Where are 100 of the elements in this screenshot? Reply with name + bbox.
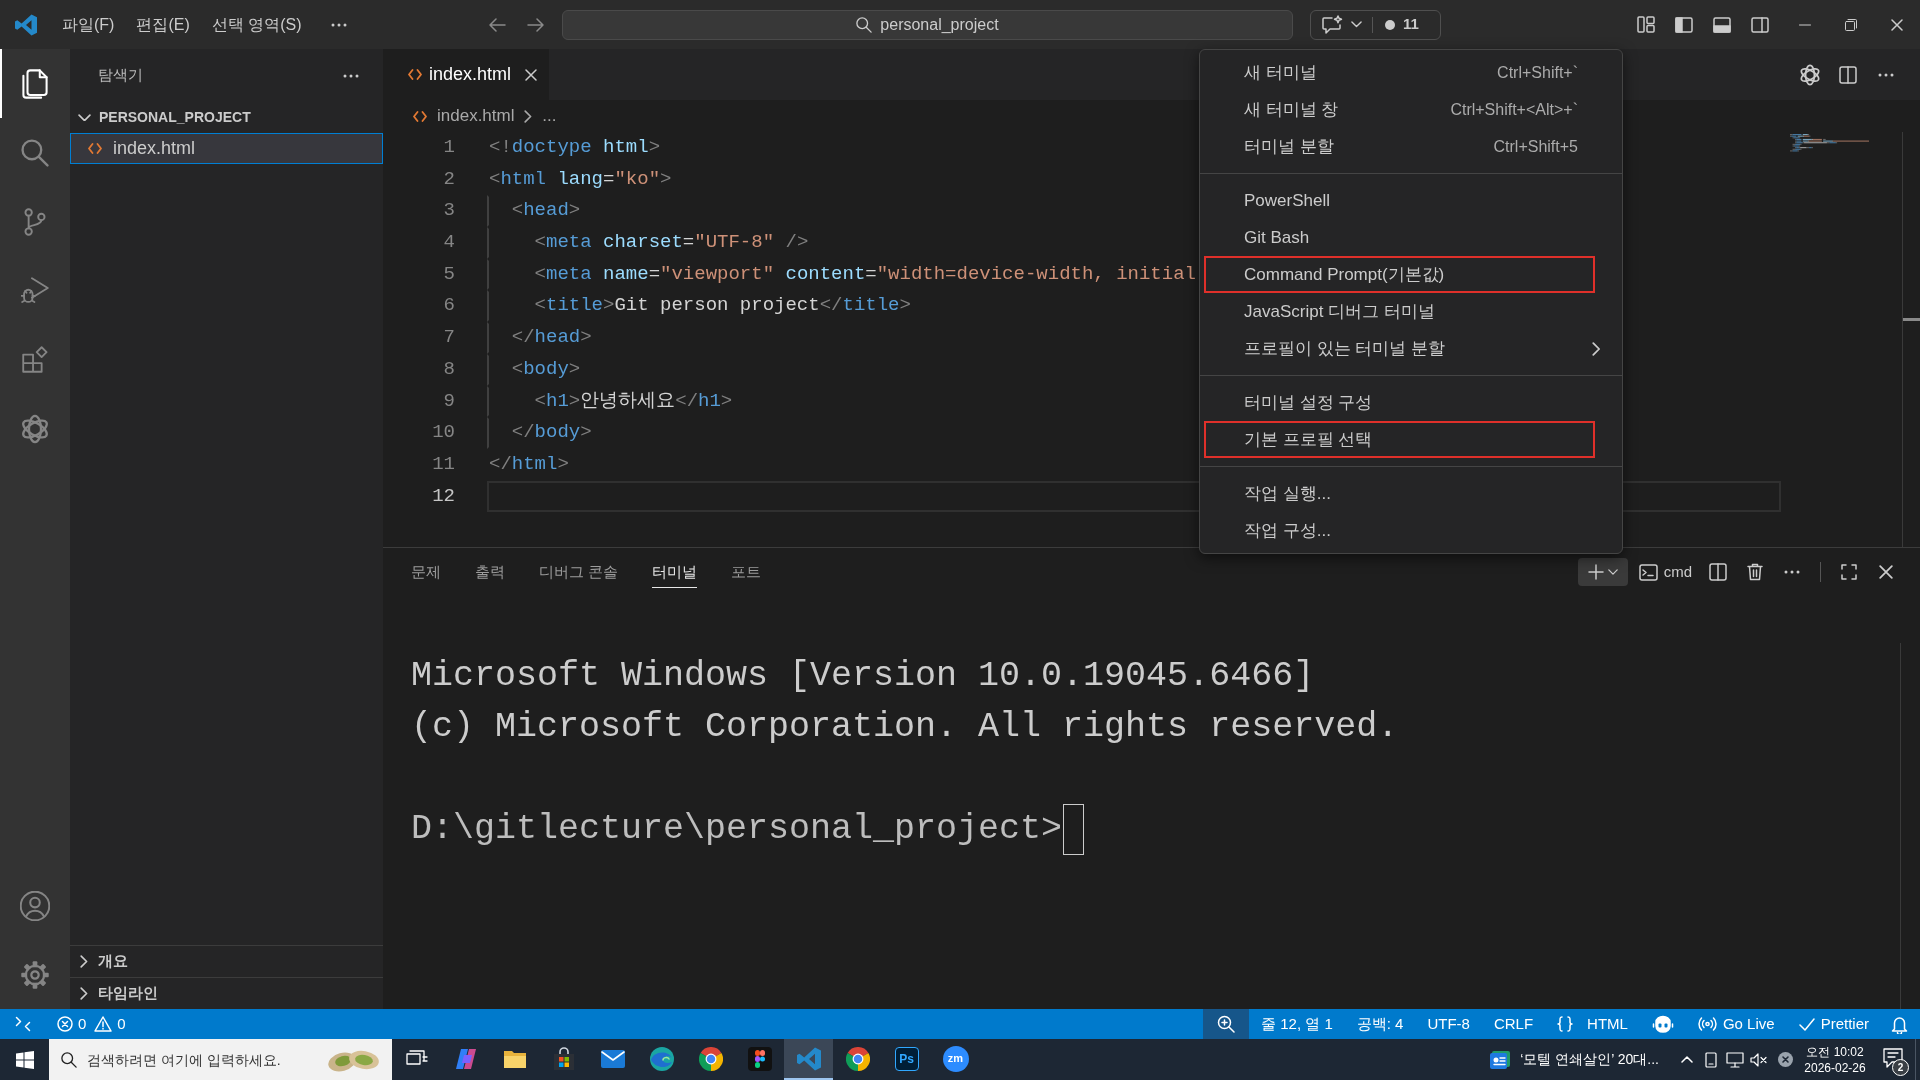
bell-icon[interactable] — [1891, 1014, 1908, 1034]
play-bug-icon[interactable] — [21, 276, 49, 305]
chevron-down-icon[interactable] — [1351, 21, 1362, 28]
menu-item[interactable]: JavaScript 디버그 터미널 — [1244, 298, 1578, 325]
section-header[interactable]: 개요 — [70, 945, 383, 977]
search-bar[interactable]: 검색하려면 여기에 입력하세요. — [49, 1039, 392, 1080]
chat-sparkle-icon[interactable] — [1321, 14, 1343, 35]
search-icon[interactable] — [21, 138, 49, 167]
line-number: 1 — [442, 135, 455, 160]
minimize-icon[interactable] — [1799, 23, 1811, 26]
arrow-right-icon[interactable] — [526, 17, 544, 32]
chevron-up-icon[interactable] — [1681, 1056, 1693, 1063]
menu-item[interactable]: 기본 프로필 선택 — [1244, 426, 1578, 453]
split-terminal-icon[interactable] — [1709, 563, 1727, 581]
layout-grid-icon[interactable] — [1637, 16, 1655, 33]
status-item[interactable]: 공백: 4 — [1344, 1009, 1416, 1039]
menu-item[interactable]: 선택 영역(S) — [200, 9, 313, 40]
file-item[interactable]: index.html — [70, 133, 383, 164]
terminal-selector[interactable]: cmd — [1638, 560, 1692, 584]
menu-item[interactable]: 프로필이 있는 터미널 분할 — [1244, 335, 1578, 362]
editor-tab[interactable]: index.html — [383, 49, 550, 100]
trash-icon[interactable] — [1747, 563, 1763, 581]
language-mode[interactable]: HTML — [1545, 1009, 1640, 1039]
menu-item[interactable]: 터미널 설정 구성 — [1244, 389, 1578, 416]
sidebar-right-icon[interactable] — [1751, 16, 1769, 33]
settings-icon[interactable] — [21, 960, 49, 989]
menu-item[interactable]: Git Bash — [1244, 224, 1578, 251]
branch-icon[interactable] — [22, 207, 48, 236]
close-icon[interactable] — [525, 68, 538, 81]
menu-item[interactable]: Command Prompt(기본값) — [1244, 261, 1578, 288]
code-brackets-icon — [408, 69, 422, 80]
breadcrumb-item[interactable]: index.html — [437, 103, 515, 129]
panel-tab[interactable]: 터미널 — [652, 558, 698, 588]
remote-icon[interactable] — [15, 1016, 31, 1032]
live-server-button[interactable]: Go Live — [1685, 1009, 1787, 1039]
error-count[interactable]: 0 — [57, 1009, 87, 1039]
robot-face-icon[interactable] — [1651, 1015, 1674, 1033]
code-line: </body> — [510, 421, 592, 444]
close-icon[interactable] — [1879, 565, 1893, 579]
more-icon[interactable] — [1878, 72, 1894, 77]
code-line: <!doctype html> — [489, 136, 661, 158]
arrow-left-icon[interactable] — [488, 17, 506, 32]
code-line: <body> — [510, 357, 581, 380]
knot-logo-icon[interactable] — [1799, 63, 1821, 86]
restore-icon[interactable] — [1845, 18, 1857, 31]
line-number: 3 — [442, 198, 455, 224]
sidebar-left-icon[interactable] — [1675, 16, 1693, 33]
split-editor-icon[interactable] — [1839, 65, 1857, 84]
error-icon — [57, 1016, 73, 1032]
menu-item[interactable]: 새 터미널 창 — [1244, 96, 1451, 123]
new-terminal-button[interactable] — [1577, 558, 1628, 586]
more-icon[interactable] — [330, 22, 347, 27]
close-icon[interactable] — [1891, 18, 1903, 31]
swirl-logo-icon — [453, 1046, 478, 1071]
search-field[interactable]: 검색하려면 여기에 입력하세요. — [87, 1039, 314, 1080]
command-center[interactable]: personal_project — [562, 9, 1293, 40]
line-number: 7 — [442, 325, 455, 351]
chevron-right-icon — [524, 109, 533, 123]
minimap[interactable] — [1790, 134, 1869, 152]
blocks-icon[interactable] — [21, 346, 49, 373]
window-panes-logo-icon[interactable] — [15, 1050, 34, 1069]
warning-count[interactable]: 0 — [94, 1009, 126, 1039]
status-item[interactable]: 줄 12, 열 1 — [1249, 1009, 1345, 1039]
panel-tab[interactable]: 디버그 콘솔 — [539, 558, 619, 588]
panel-tab[interactable]: 포트 — [731, 558, 762, 588]
more-icon[interactable] — [1784, 570, 1800, 574]
terminal-prompt: D:\gitlecture\personal_project> — [411, 808, 1063, 851]
monitor-icon[interactable] — [1726, 1051, 1744, 1068]
taskbar-button[interactable]: Ps — [882, 1039, 931, 1080]
warning-icon — [94, 1016, 113, 1032]
menu-item[interactable]: 작업 구성... — [1244, 517, 1578, 544]
menu-item[interactable]: 작업 실행... — [1244, 480, 1578, 507]
news-widget[interactable]: ‘모텔 연쇄살인’ 20대... — [1490, 1039, 1675, 1080]
menu-item[interactable]: 터미널 분할 — [1244, 133, 1494, 160]
clock-date[interactable]: 2026-02-26 — [1804, 1059, 1866, 1076]
menu-item[interactable]: PowerShell — [1244, 187, 1578, 214]
menu-item[interactable]: 파일(F) — [51, 9, 126, 40]
panel-tab[interactable]: 문제 — [411, 558, 441, 588]
breadcrumb-item[interactable]: ... — [542, 103, 557, 129]
panel-tab[interactable]: 출력 — [475, 558, 505, 588]
formatter-button[interactable]: Prettier — [1786, 1009, 1881, 1039]
clock-time[interactable]: 오전 10:02 — [1806, 1043, 1864, 1060]
maximize-icon[interactable] — [1841, 564, 1857, 580]
keyboard-shortcut: Ctrl+Shift+` — [1497, 62, 1578, 83]
braces-icon — [1557, 1016, 1574, 1032]
files-icon[interactable] — [21, 68, 49, 99]
device-icon[interactable] — [1705, 1051, 1717, 1068]
status-item[interactable]: CRLF — [1481, 1009, 1546, 1039]
more-icon[interactable] — [343, 73, 359, 78]
speaker-muted-icon[interactable] — [1750, 1052, 1768, 1067]
folder-header[interactable]: PERSONAL_PROJECT — [70, 102, 383, 133]
chevron-down-icon[interactable] — [1607, 569, 1618, 575]
plus-icon[interactable] — [1587, 564, 1604, 580]
status-item[interactable]: UTF-8 — [1415, 1009, 1482, 1039]
zoom-button[interactable] — [1203, 1009, 1250, 1039]
menu-item[interactable]: 새 터미널 — [1244, 59, 1498, 86]
taskbar-button[interactable] — [784, 1039, 833, 1080]
menu-item[interactable]: 편집(E) — [125, 9, 201, 40]
circle-x-icon[interactable] — [1777, 1052, 1793, 1067]
panel-bottom-icon[interactable] — [1713, 16, 1731, 33]
